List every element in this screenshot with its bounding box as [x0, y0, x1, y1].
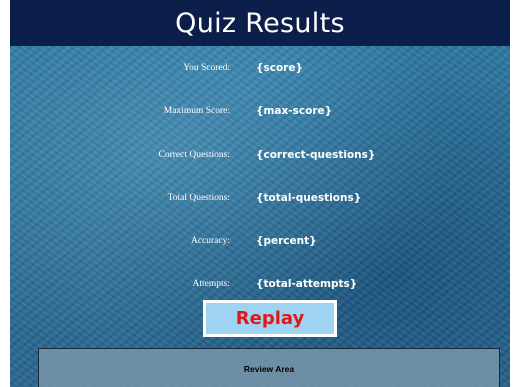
review-area[interactable]: Review Area [38, 348, 500, 387]
attempts-label: Attempts: [192, 279, 230, 289]
result-row-max-score: Maximum Score: {max-score} [10, 105, 510, 126]
page-title: Quiz Results [175, 7, 345, 39]
max-score-label: Maximum Score: [163, 106, 230, 116]
result-row-accuracy: Accuracy: {percent} [10, 235, 510, 256]
total-questions-value: {total-questions} [256, 192, 362, 204]
result-row-score: You Scored: {score} [10, 62, 510, 83]
result-row-correct-questions: Correct Questions: {correct-questions} [10, 149, 510, 170]
review-area-label: Review Area [243, 364, 295, 374]
total-questions-label: Total Questions: [167, 193, 230, 203]
replay-button[interactable]: Replay [203, 300, 337, 337]
title-bar: Quiz Results [10, 0, 510, 46]
score-label: You Scored: [183, 63, 230, 73]
correct-questions-label: Correct Questions: [158, 150, 230, 160]
result-row-total-questions: Total Questions: {total-questions} [10, 192, 510, 213]
score-value: {score} [256, 62, 303, 74]
quiz-results-slide: Quiz Results You Scored: {score} Maximum… [10, 0, 510, 387]
attempts-value: {total-attempts} [256, 278, 358, 290]
result-row-attempts: Attempts: {total-attempts} [10, 278, 510, 299]
max-score-value: {max-score} [256, 105, 333, 117]
accuracy-value: {percent} [256, 235, 317, 247]
correct-questions-value: {correct-questions} [256, 149, 376, 161]
accuracy-label: Accuracy: [190, 236, 230, 246]
